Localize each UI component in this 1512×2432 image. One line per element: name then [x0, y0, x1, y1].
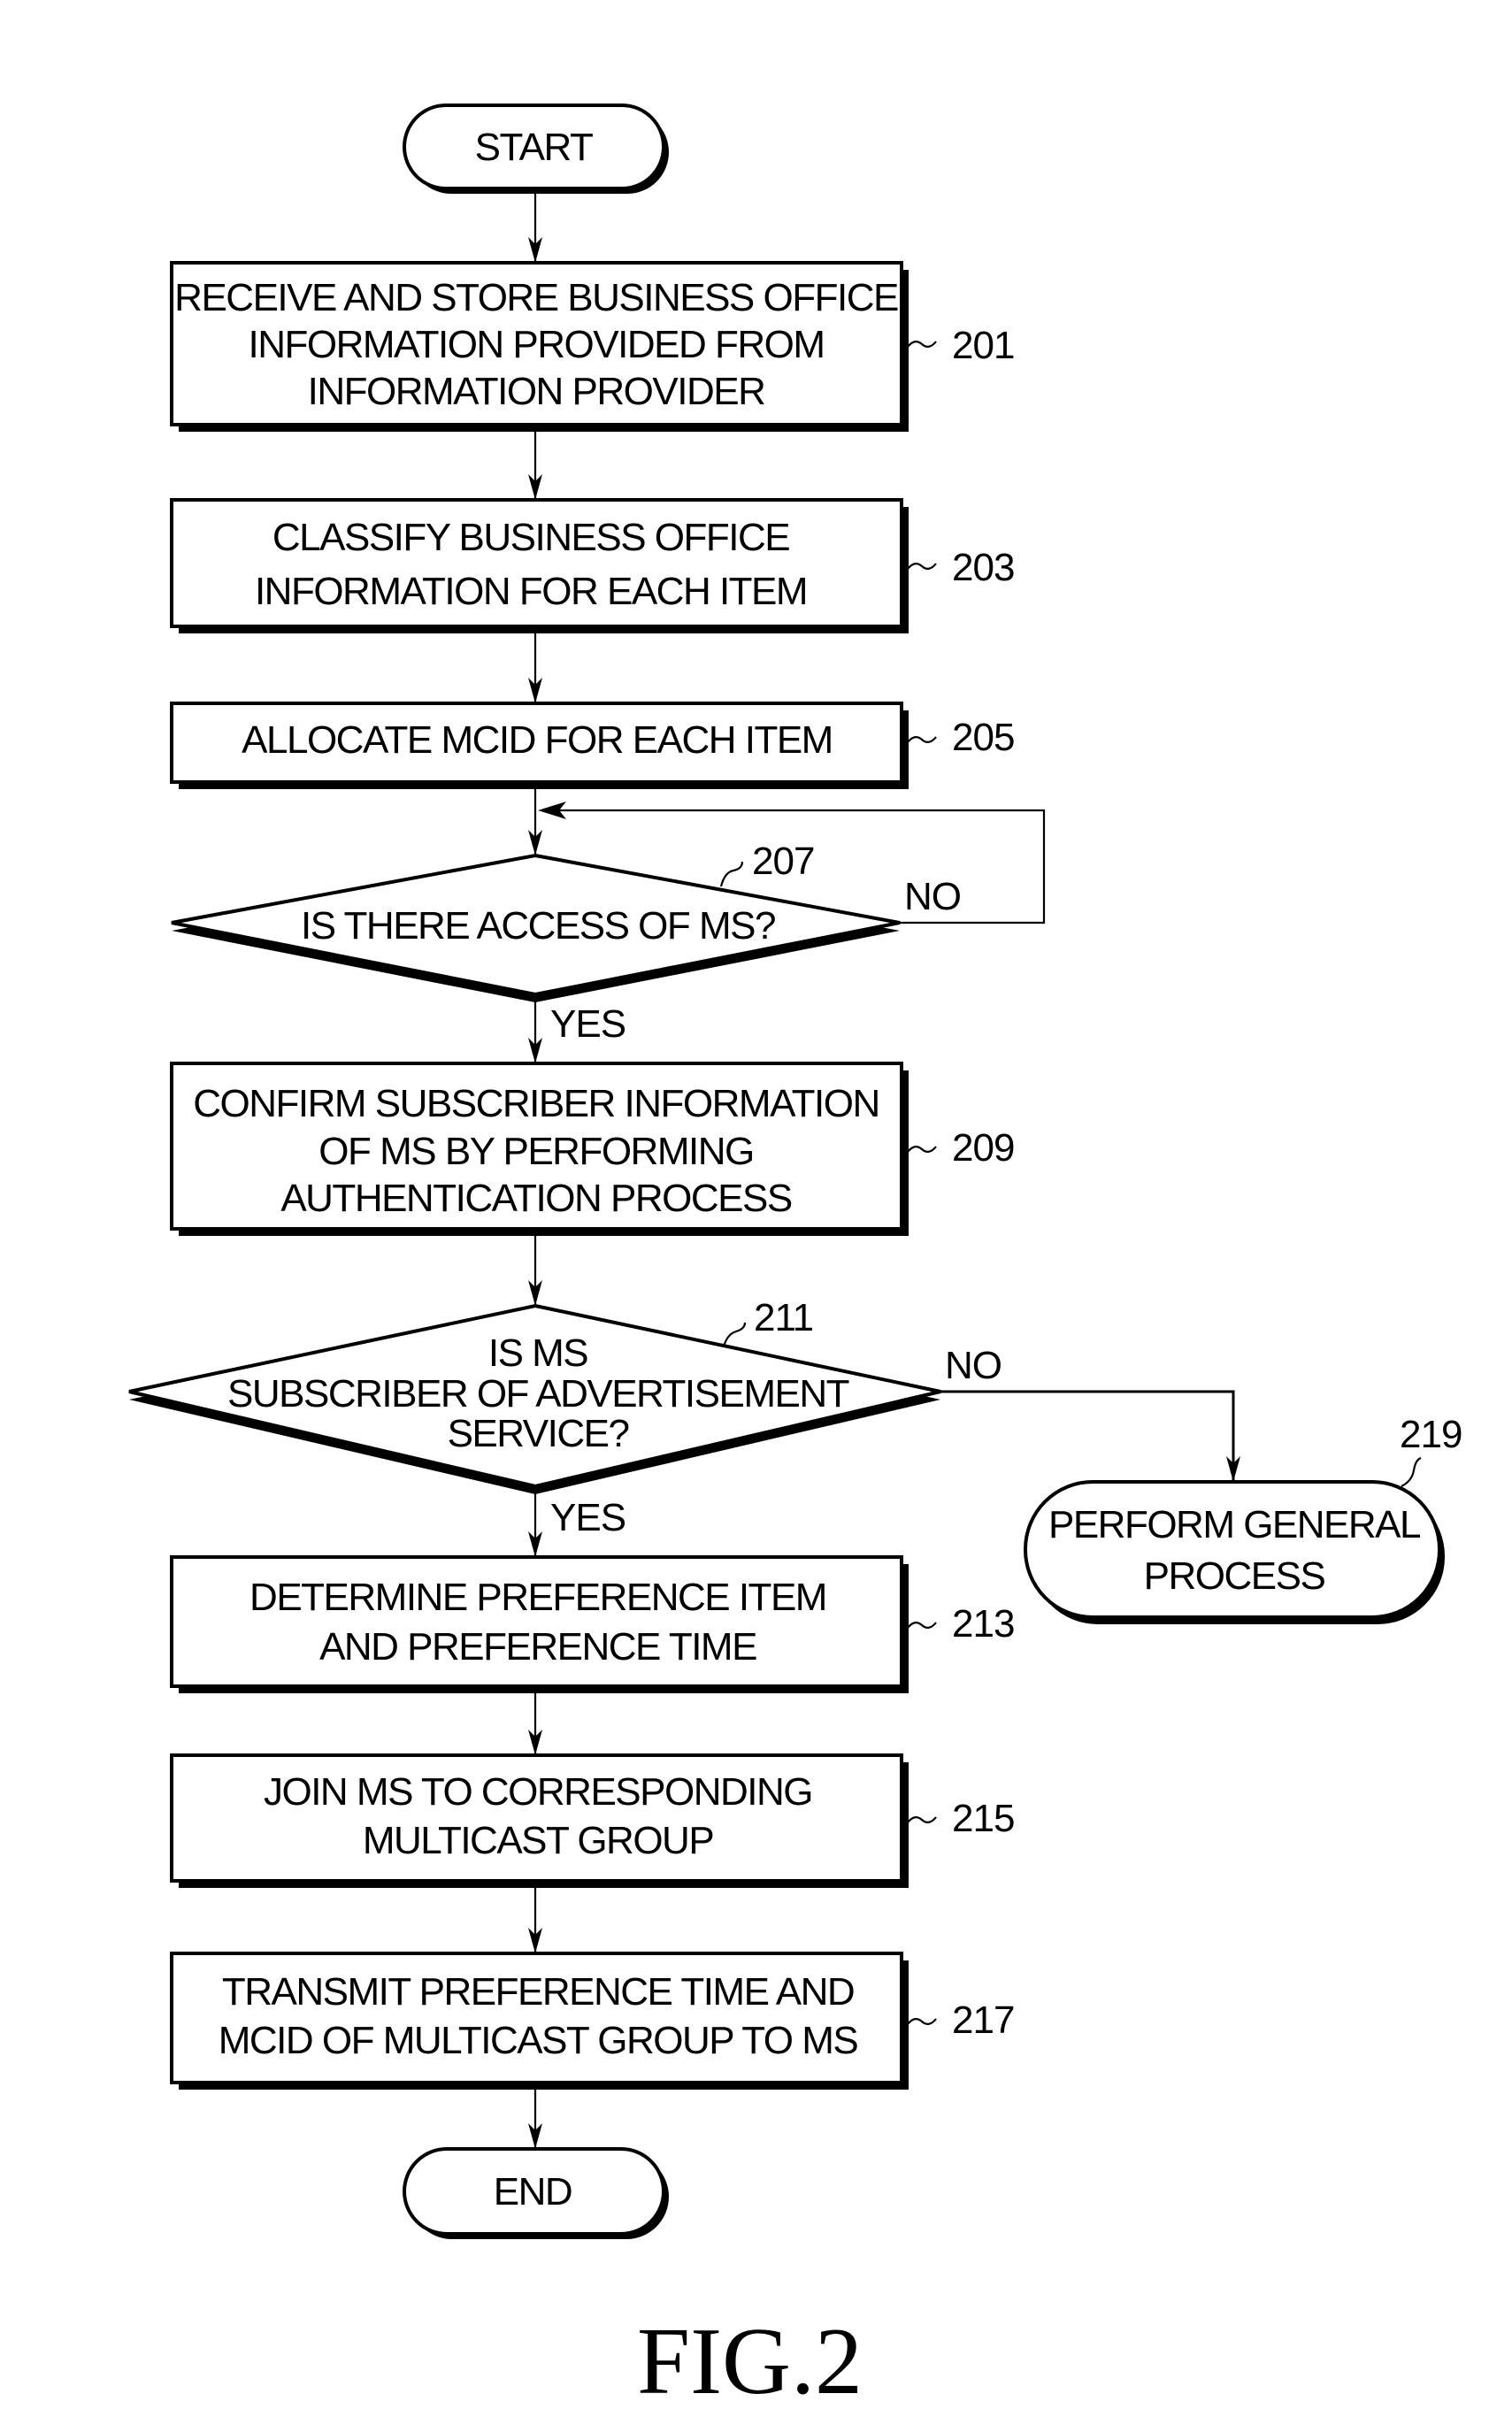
box-215-line-1: JOIN MS TO CORRESPONDING	[264, 1770, 812, 1814]
box-213-line-1: DETERMINE PREFERENCE ITEM	[249, 1576, 826, 1619]
box-209-line-3: AUTHENTICATION PROCESS	[280, 1177, 792, 1220]
decision-211-line-2: SUBSCRIBER OF ADVERTISEMENT	[227, 1372, 849, 1415]
box-213-line-2: AND PREFERENCE TIME	[319, 1625, 756, 1669]
ref-leader-211	[722, 1322, 747, 1347]
ref-219: 219	[1400, 1413, 1462, 1456]
box-203-line-2: INFORMATION FOR EACH ITEM	[255, 570, 807, 613]
process-box-217: TRANSMIT PREFERENCE TIME AND MCID OF MUL…	[170, 1952, 1015, 2090]
box-215-line-2: MULTICAST GROUP	[363, 1819, 714, 1862]
figure-caption: FIG.2	[637, 2309, 863, 2414]
ref-leader-213	[907, 1622, 937, 1629]
ref-leader-205	[907, 736, 937, 743]
ref-leader-219	[1401, 1456, 1422, 1487]
box-201-line-1: RECEIVE AND STORE BUSINESS OFFICE	[174, 276, 898, 319]
box-201-line-2: INFORMATION PROVIDED FROM	[248, 323, 824, 366]
decision-211-yes-label: YES	[550, 1496, 626, 1539]
decision-207: IS THERE ACCESS OF MS? 207 NO YES	[171, 840, 962, 1046]
box-209-line-1: CONFIRM SUBSCRIBER INFORMATION	[193, 1082, 879, 1125]
terminal-219-line-2: PROCESS	[1144, 1554, 1325, 1598]
process-box-203: CLASSIFY BUSINESS OFFICE INFORMATION FOR…	[170, 498, 1015, 633]
ref-leader-217	[907, 2018, 937, 2025]
terminal-219-line-1: PERFORM GENERAL	[1048, 1503, 1421, 1546]
start-terminal: START	[403, 104, 669, 194]
end-label: END	[494, 2170, 572, 2213]
box-217-line-2: MCID OF MULTICAST GROUP TO MS	[219, 2019, 858, 2062]
process-box-201: RECEIVE AND STORE BUSINESS OFFICE INFORM…	[170, 261, 1015, 432]
decision-207-question: IS THERE ACCESS OF MS?	[301, 904, 775, 947]
flowchart: START RECEIVE AND STORE BUSINESS OFFICE …	[128, 104, 1462, 2414]
box-209-line-2: OF MS BY PERFORMING	[319, 1130, 753, 1173]
ref-leader-203	[907, 563, 937, 570]
ref-215: 215	[952, 1797, 1014, 1840]
ref-leader-215	[907, 1816, 937, 1823]
ref-213: 213	[952, 1602, 1014, 1646]
process-box-213: DETERMINE PREFERENCE ITEM AND PREFERENCE…	[170, 1555, 1015, 1693]
start-label: START	[475, 126, 593, 169]
box-217-line-1: TRANSMIT PREFERENCE TIME AND	[222, 1970, 854, 2014]
box-203-line-1: CLASSIFY BUSINESS OFFICE	[272, 516, 789, 559]
decision-211-line-1: IS MS	[488, 1331, 587, 1375]
ref-201: 201	[952, 324, 1014, 367]
process-box-215: JOIN MS TO CORRESPONDING MULTICAST GROUP…	[170, 1753, 1015, 1888]
terminal-219: PERFORM GENERAL PROCESS 219	[1024, 1413, 1462, 1624]
ref-leader-209	[907, 1146, 937, 1153]
ref-leader-207	[719, 861, 744, 887]
decision-211-no-label: NO	[945, 1344, 1002, 1387]
ref-205: 205	[952, 716, 1014, 759]
decision-211: IS MS SUBSCRIBER OF ADVERTISEMENT SERVIC…	[128, 1296, 1002, 1539]
process-box-205: ALLOCATE MCID FOR EACH ITEM 205	[170, 702, 1015, 789]
process-box-209: CONFIRM SUBSCRIBER INFORMATION OF MS BY …	[170, 1062, 1015, 1236]
decision-207-no-label: NO	[904, 875, 961, 918]
box-201-line-3: INFORMATION PROVIDER	[308, 370, 765, 413]
end-terminal: END	[403, 2147, 669, 2239]
arrow-211-no-to-219	[940, 1390, 1235, 1480]
ref-leader-201	[907, 341, 937, 348]
decision-211-line-3: SERVICE?	[448, 1412, 629, 1455]
ref-207: 207	[752, 840, 814, 883]
ref-217: 217	[952, 1999, 1014, 2042]
ref-209: 209	[952, 1126, 1014, 1170]
box-205-line-1: ALLOCATE MCID FOR EACH ITEM	[242, 718, 833, 762]
decision-207-yes-label: YES	[550, 1002, 626, 1046]
ref-203: 203	[952, 546, 1014, 589]
ref-211: 211	[754, 1296, 813, 1339]
